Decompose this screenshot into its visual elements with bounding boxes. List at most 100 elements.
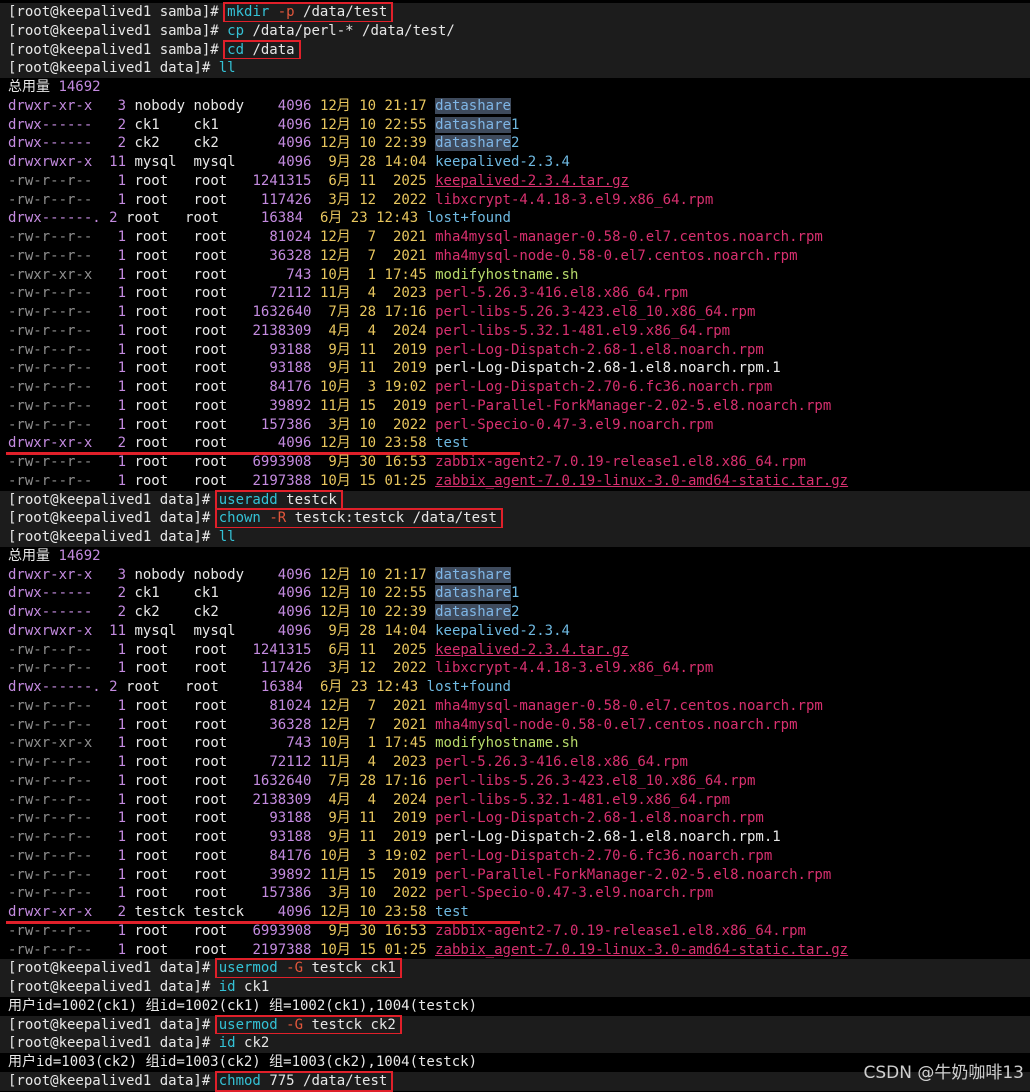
prompt-line: [root@keepalived1 data]# chown -R testck… [0,508,1030,529]
file-size: 2138309 [252,322,312,339]
modified-date: 10月 3 19:02 [319,379,427,395]
owner: root [134,397,186,414]
command-name: usermod [218,960,278,977]
file-name: libxcrypt-4.4.18-3.el9.x86_64.rpm [435,191,714,208]
file-size: 93188 [252,810,312,827]
shell-prompt: [root@keepalived1 data]# [8,60,219,77]
file-name: libxcrypt-4.4.18-3.el9.x86_64.rpm [435,660,714,677]
link-count: 1 [100,791,127,808]
link-count: 2 [100,585,127,602]
file-size: 1241315 [252,641,312,658]
file-size: 93188 [252,360,312,377]
command-name: ll [218,529,236,545]
total-value: 14692 [58,79,101,95]
shell-prompt: [root@keepalived1 samba]# [8,22,228,39]
modified-date: 10月 3 19:02 [319,847,427,864]
link-count: 2 [100,904,127,920]
listing-row: -rw-r--r-- 1 root root 1241315 6月 11 202… [0,641,1030,660]
owner: root [134,229,186,245]
group: root [193,360,245,377]
file-name: zabbix_agent-7.0.19-linux-3.0-amd64-stat… [435,941,849,958]
listing-row: drwxr-xr-x 2 testck testck 4096 12月 10 2… [0,903,1030,924]
modified-date: 7月 28 17:16 [319,772,427,789]
file-name-suffix: 2 [510,135,520,152]
owner: root [134,360,186,377]
permission-bits: drwxr-xr-x [8,566,101,583]
link-count: 1 [100,941,127,958]
link-count: 1 [100,397,127,414]
permission-bits: -rw-r--r-- [8,360,101,377]
shell-prompt: [root@keepalived1 data]# [8,1016,219,1033]
permission-bits: -rw-r--r-- [8,941,101,958]
listing-row: -rw-r--r-- 1 root root 84176 10月 3 19:02… [0,378,1030,397]
file-name: perl-Parallel-ForkManager-2.02-5.el8.noa… [435,397,832,414]
command-name: cd [227,41,245,58]
link-count: 1 [100,341,127,358]
file-size: 4096 [252,97,312,114]
owner: ck2 [134,135,186,152]
modified-date: 10月 15 01:25 [319,941,427,958]
prompt-line: [root@keepalived1 samba]# cd /data [0,39,1030,61]
permission-bits: drwx------ [8,135,101,152]
link-count: 1 [100,735,127,752]
file-size: 743 [252,266,312,283]
terminal-output[interactable]: [root@keepalived1 samba]# mkdir -p /data… [0,2,1030,1092]
permission-bits: -rw-r--r-- [8,172,101,189]
command-argument: testck ck2 [311,1016,396,1033]
file-name: perl-Log-Dispatch-2.70-6.fc36.noarch.rpm [435,379,773,395]
modified-date: 7月 28 17:16 [319,304,427,320]
file-size: 39892 [252,397,312,414]
group: root [193,829,245,845]
command-argument: /data [252,41,295,58]
file-size: 84176 [252,847,312,864]
file-name: mha4mysql-node-0.58-0.el7.centos.noarch.… [435,247,798,264]
permission-bits: -rwxr-xr-x [8,266,101,283]
owner: ck1 [134,585,186,602]
modified-date: 3月 12 2022 [319,660,427,677]
link-count: 1 [100,697,127,714]
file-name: perl-Log-Dispatch-2.68-1.el8.noarch.rpm [435,341,764,358]
permission-bits: drwxrwxr-x [8,622,101,639]
file-size: 4096 [252,154,312,170]
listing-row: -rw-r--r-- 1 root root 1632640 7月 28 17:… [0,303,1030,322]
modified-date: 3月 12 2022 [319,191,427,208]
listing-row: drwx------. 2 root root 16384 6月 23 12:4… [0,678,1030,697]
file-name: datashare [435,566,511,583]
file-name: perl-5.26.3-416.el8.x86_64.rpm [435,754,688,770]
listing-row: drwx------ 2 ck2 ck2 4096 12月 10 22:39 d… [0,134,1030,153]
listing-row: -rw-r--r-- 1 root root 93188 9月 11 2019 … [0,809,1030,828]
link-count: 1 [100,379,127,395]
link-count: 1 [100,660,127,677]
link-count: 1 [100,829,127,845]
file-name: perl-Specio-0.47-3.el9.noarch.rpm [435,416,714,433]
permission-bits: -rw-r--r-- [8,641,101,658]
listing-row: -rw-r--r-- 1 root root 93188 9月 11 2019 … [0,359,1030,378]
owner: root [134,735,186,752]
permission-bits: -rw-r--r-- [8,866,101,883]
permission-bits: drwxr-xr-x [8,97,101,114]
file-size: 16384 [244,210,304,227]
modified-date: 11月 4 2023 [319,285,427,302]
listing-row: drwx------ 2 ck1 ck1 4096 12月 10 22:55 d… [0,116,1030,135]
permission-bits: -rw-r--r-- [8,791,101,808]
owner: root [134,641,186,658]
id-output: 用户id=1003(ck2) 组id=1003(ck2) 组=1003(ck2)… [8,1054,478,1070]
group: mysql [193,154,245,170]
permission-bits: drwx------. [8,210,110,227]
group: root [193,304,245,320]
